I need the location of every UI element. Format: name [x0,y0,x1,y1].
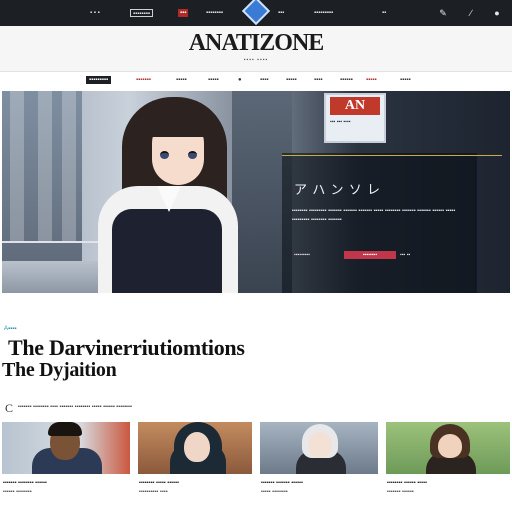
topbar-link[interactable]: ▪▪▪▪▪▪▪▪ [206,9,223,17]
hero-character-bangs [148,111,208,137]
article-card[interactable]: ▪▪▪▪▪▪▪▪ ▪▪▪▪▪▪ ▪▪▪▪▪ ▪▪▪▪▪▪▪ ▪▪▪▪▪▪ [386,422,510,512]
nav-item[interactable]: ▪▪▪▪▪ [208,76,219,84]
nav-item[interactable]: ▪▪▪▪▪ [286,76,297,84]
hero-divider [282,155,502,156]
article-card[interactable]: ▪▪▪▪▪▪▪ ▪▪▪▪▪▪▪▪ ▪▪▪▪▪▪ ▪▪▪▪▪▪ ▪▪▪▪▪▪▪▪ [2,422,130,512]
article-card[interactable]: ▪▪▪▪▪▪▪ ▪▪▪▪▪▪▪ ▪▪▪▪▪▪ ▪▪▪▪▪ ▪▪▪▪▪▪▪▪ [260,422,378,512]
masthead: ANATIZONE ▪▪▪▪ ▪▪▪▪ [0,26,512,72]
topbar-link[interactable]: ▪▪▪▪▪▪▪▪ [130,9,154,17]
hero-character-eye [188,151,197,159]
article-headline[interactable]: The Darvinerriutiomtions [8,335,245,361]
hero-character-eye [160,151,169,159]
main-nav: ▪▪▪▪▪▪▪▪▪ ▪▪▪▪▪▪▪ ▪▪▪▪▪ ▪▪▪▪▪ ● ▪▪▪▪ ▪▪▪… [0,72,512,88]
card-thumbnail[interactable] [386,422,510,474]
hero-street-sign: AN ▪▪▪ ▪▪▪ ▪▪▪▪ [324,93,386,143]
pencil-icon[interactable]: ✎ [438,8,448,18]
card-title[interactable]: ▪▪▪▪▪▪▪ ▪▪▪▪▪▪▪ ▪▪▪▪▪▪ [261,479,378,487]
sign-banner: AN [330,97,380,115]
topbar-link[interactable]: ▪ ▪ ▪ [90,9,100,17]
brush-icon[interactable]: ∕ [466,8,476,18]
card-title[interactable]: ▪▪▪▪▪▪▪▪ ▪▪▪▪▪ ▪▪▪▪▪▪ [139,479,252,487]
user-icon[interactable]: ● [492,8,502,18]
article-byline: ▪▪▪▪▪▪▪ ▪▪▪▪▪▪▪▪ ▪▪▪▪ ▪▪▪▪▪▪▪ ▪▪▪▪▪▪▪▪ ▪… [18,404,133,410]
hero-meta-left: ▪▪▪▪▪▪▪▪▪ [294,252,310,258]
card-thumbnail[interactable] [2,422,130,474]
sign-text: ▪▪▪ ▪▪▪ ▪▪▪▪ [330,119,351,125]
card-figure-hair [48,422,82,436]
card-subtitle: ▪▪▪▪▪▪▪ ▪▪▪▪▪▪ [387,489,414,495]
topbar-link[interactable]: ▪▪▪ [278,9,284,17]
card-title[interactable]: ▪▪▪▪▪▪▪▪ ▪▪▪▪▪▪ ▪▪▪▪▪ [387,479,510,487]
article-card[interactable]: ▪▪▪▪▪▪▪▪ ▪▪▪▪▪ ▪▪▪▪▪▪ ▪▪▪▪▪▪▪▪▪▪ ▪▪▪▪ [138,422,252,512]
nav-item[interactable]: ▪▪▪▪▪ [400,76,411,84]
hero-meta-right: ▪▪▪ ▪▪ [400,252,411,258]
site-logo-icon[interactable] [241,0,271,26]
top-utility-bar: ▪ ▪ ▪ ▪▪▪▪▪▪▪▪ ▪▪▪ ▪▪▪▪▪▪▪▪ ▪▪▪ ▪▪▪▪▪▪▪▪… [0,0,512,26]
hero-title[interactable]: ア ハ ン ソ レ [294,179,381,198]
card-subtitle: ▪▪▪▪▪▪▪▪▪▪ ▪▪▪▪ [139,489,168,495]
card-subtitle: ▪▪▪▪▪▪ ▪▪▪▪▪▪▪▪ [3,489,32,495]
card-thumbnail[interactable] [260,422,378,474]
card-figure-head [308,432,332,458]
article-subheadline[interactable]: The Dyjaition [2,359,117,382]
card-figure-head [184,432,210,462]
hero-read-more-button[interactable]: ▪▪▪▪▪▪▪▪ [344,251,396,259]
hero-banner[interactable]: AN ▪▪▪ ▪▪▪ ▪▪▪▪ ア ハ ン ソ レ ▪▪▪▪▪▪▪▪ ▪▪▪▪▪… [2,91,510,293]
topbar-link[interactable]: ▪▪ [382,9,386,17]
topbar-link[interactable]: ▪▪▪ [178,9,189,17]
section-label[interactable]: A▪▪▪▪ [4,326,17,332]
card-figure-head [438,434,462,458]
nav-item[interactable]: ▪▪▪▪▪▪ [340,76,353,84]
site-tagline: ▪▪▪▪ ▪▪▪▪ [243,57,269,63]
nav-item[interactable]: ▪▪▪▪▪▪▪▪▪ [86,76,112,84]
nav-item[interactable]: ▪▪▪▪ [314,76,323,84]
nav-item[interactable]: ▪▪▪▪▪▪▪ [136,76,151,84]
card-thumbnail[interactable] [138,422,252,474]
topbar-link[interactable]: ▪▪▪▪▪▪▪▪▪ [314,9,333,17]
site-brand-title[interactable]: ANATIZONE [150,30,362,57]
hero-character-vest [112,209,222,293]
byline-dropcap: C [5,401,14,415]
nav-item[interactable]: ▪▪▪▪▪ [366,76,377,84]
nav-item[interactable]: ▪▪▪▪ [260,76,269,84]
hero-description: ▪▪▪▪▪▪▪▪ ▪▪▪▪▪▪▪▪▪ ▪▪▪▪▪▪▪ ▪▪▪▪▪▪▪ ▪▪▪▪▪… [292,208,456,223]
card-subtitle: ▪▪▪▪▪ ▪▪▪▪▪▪▪▪ [261,489,288,495]
nav-item[interactable]: ▪▪▪▪▪ [176,76,187,84]
card-title[interactable]: ▪▪▪▪▪▪▪ ▪▪▪▪▪▪▪▪ ▪▪▪▪▪▪ [3,479,130,487]
nav-item[interactable]: ● [238,76,242,84]
